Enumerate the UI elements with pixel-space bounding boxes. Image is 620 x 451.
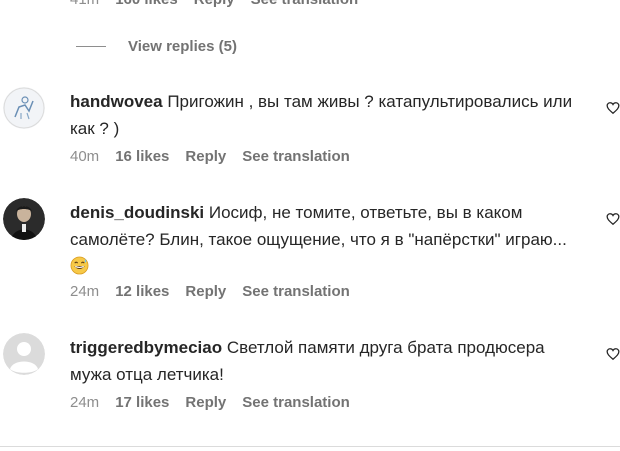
comment-meta: 24m 12 likes Reply See translation: [70, 283, 366, 300]
grinning-sweat-face-emoji: [70, 256, 89, 275]
divider: [0, 446, 620, 447]
photo-avatar-icon[interactable]: [3, 198, 45, 240]
comment-text-block: handwovea Пригожин , вы там живы ? катап…: [70, 88, 585, 142]
comment-meta: 24m 17 likes Reply See translation: [70, 394, 366, 411]
like-heart-icon[interactable]: [606, 101, 620, 115]
view-replies-label: View replies (5): [128, 38, 237, 55]
reply-button[interactable]: Reply: [185, 394, 226, 411]
default-avatar-icon[interactable]: [3, 333, 45, 375]
see-translation-link[interactable]: See translation: [251, 0, 359, 8]
reply-button[interactable]: Reply: [185, 283, 226, 300]
likes-count[interactable]: 17 likes: [115, 394, 169, 411]
previous-comment-meta: 41m 160 likes Reply See translation: [70, 0, 374, 8]
comment-text-block: triggeredbymeciao Светлой памяти друга б…: [70, 334, 585, 388]
likes-count[interactable]: 16 likes: [115, 148, 169, 165]
comment-time: 41m: [70, 0, 99, 8]
comment-username[interactable]: triggeredbymeciao: [70, 338, 222, 357]
like-heart-icon[interactable]: [606, 347, 620, 361]
comment-meta: 40m 16 likes Reply See translation: [70, 148, 366, 165]
comment-text-block: denis_doudinski Иосиф, не томите, ответь…: [70, 199, 585, 280]
likes-count[interactable]: 160 likes: [115, 0, 178, 8]
drawing-avatar-icon[interactable]: [3, 87, 45, 129]
view-replies-button[interactable]: View replies (5): [76, 38, 237, 55]
reply-button[interactable]: Reply: [194, 0, 235, 8]
comment-username[interactable]: handwovea: [70, 92, 163, 111]
like-heart-icon[interactable]: [606, 212, 620, 226]
see-translation-link[interactable]: See translation: [242, 394, 350, 411]
likes-count[interactable]: 12 likes: [115, 283, 169, 300]
replies-line: [76, 46, 106, 47]
comment-time: 24m: [70, 394, 100, 411]
see-translation-link[interactable]: See translation: [242, 283, 350, 300]
comment-username[interactable]: denis_doudinski: [70, 203, 204, 222]
see-translation-link[interactable]: See translation: [242, 148, 350, 165]
comment-time: 24m: [70, 283, 100, 300]
reply-button[interactable]: Reply: [185, 148, 226, 165]
comment-time: 40m: [70, 148, 100, 165]
